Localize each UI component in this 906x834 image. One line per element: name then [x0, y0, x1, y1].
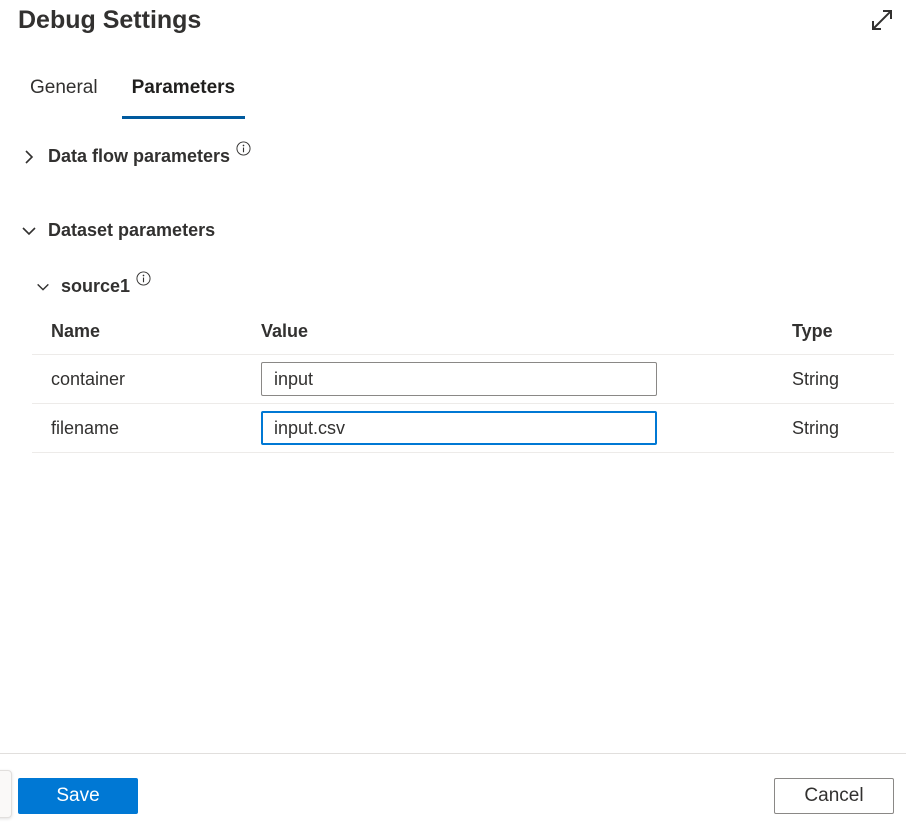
dataset-parameters-toggle[interactable]: Dataset parameters: [20, 220, 215, 241]
data-flow-parameters-toggle[interactable]: Data flow parameters: [20, 141, 251, 167]
column-header-value: Value: [261, 320, 309, 341]
tab-general[interactable]: General: [20, 70, 108, 114]
expand-button[interactable]: [868, 6, 896, 34]
parameters-table: Name Value Type container String filenam…: [32, 308, 894, 453]
container-value-input[interactable]: [261, 362, 657, 396]
param-name: filename: [51, 417, 120, 438]
save-button[interactable]: Save: [18, 778, 138, 814]
info-icon[interactable]: [236, 141, 251, 156]
dataset-parameters-label: Dataset parameters: [48, 220, 216, 240]
column-header-name: Name: [51, 320, 101, 341]
page-title: Debug Settings: [18, 6, 202, 34]
table-header: Name Value Type: [32, 308, 894, 355]
tab-bar: General Parameters: [20, 70, 259, 119]
expand-icon: [872, 10, 892, 30]
chevron-down-icon: [37, 283, 49, 291]
param-name: container: [51, 368, 126, 389]
info-icon[interactable]: [136, 271, 151, 286]
filename-value-input[interactable]: [261, 411, 657, 445]
column-header-type: Type: [792, 320, 833, 341]
param-value-cell: [261, 404, 657, 452]
cancel-button[interactable]: Cancel: [774, 778, 894, 814]
param-value-cell: [261, 355, 657, 403]
data-flow-parameters-label: Data flow parameters: [48, 146, 231, 166]
table-row: container String: [32, 355, 894, 404]
param-type: String: [792, 417, 840, 438]
param-type: String: [792, 368, 840, 389]
side-panel-handle[interactable]: [0, 770, 12, 818]
chevron-down-icon: [22, 226, 36, 235]
footer-divider: [0, 753, 906, 754]
table-row: filename String: [32, 404, 894, 453]
source1-label: source1: [61, 276, 131, 296]
tab-parameters[interactable]: Parameters: [121, 70, 246, 119]
source1-toggle[interactable]: source1: [35, 271, 151, 297]
chevron-right-icon: [25, 149, 34, 164]
